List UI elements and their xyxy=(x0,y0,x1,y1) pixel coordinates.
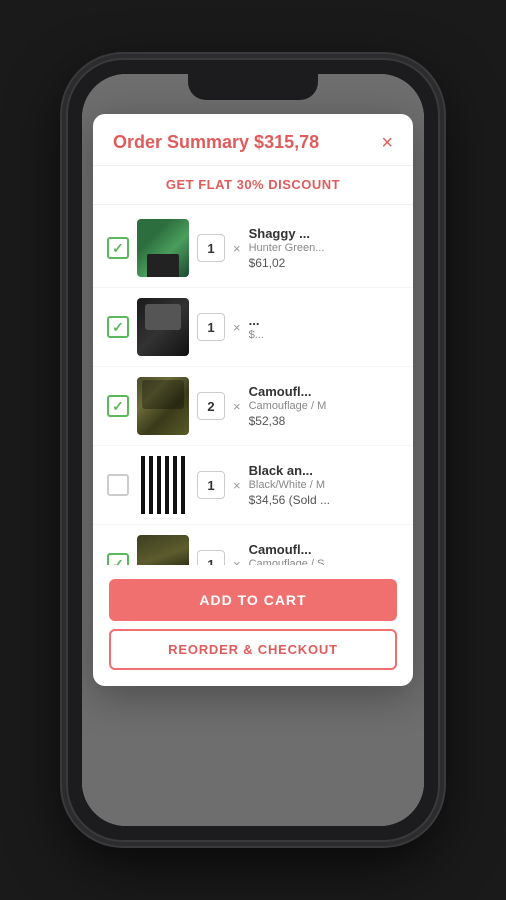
order-item-5: ✓ 1 × Camoufl...Camouflage / S$52,38 xyxy=(93,525,413,565)
item-quantity-5[interactable]: 1 xyxy=(197,550,225,565)
checkmark-icon: ✓ xyxy=(112,398,124,415)
item-image-5 xyxy=(137,535,189,565)
item-checkbox-5[interactable]: ✓ xyxy=(107,553,129,565)
item-variant: $... xyxy=(249,329,399,341)
checkmark-icon: ✓ xyxy=(112,240,124,257)
item-variant: Camouflage / S xyxy=(249,558,399,565)
item-name: Camoufl... xyxy=(249,384,399,399)
item-checkbox-2[interactable]: ✓ xyxy=(107,316,129,338)
item-name: ... xyxy=(249,313,399,328)
item-details-2: ...$... xyxy=(249,313,399,341)
order-item-2: ✓1×...$... xyxy=(93,288,413,367)
multiply-icon: × xyxy=(233,557,241,566)
item-variant: Black/White / M xyxy=(249,479,399,491)
discount-banner: GET FLAT 30% DISCOUNT xyxy=(93,166,413,205)
multiply-icon: × xyxy=(233,241,241,256)
item-name: Shaggy ... xyxy=(249,226,399,241)
item-variant: Camouflage / M xyxy=(249,400,399,412)
order-item-3: ✓ 2 × Camoufl...Camouflage / M $52,38 xyxy=(93,367,413,446)
qty-number: 1 xyxy=(207,241,214,256)
item-details-1: Shaggy ...Hunter Green... $61,02 xyxy=(249,226,399,270)
item-details-3: Camoufl...Camouflage / M $52,38 xyxy=(249,384,399,428)
qty-number: 1 xyxy=(207,478,214,493)
item-quantity-3[interactable]: 2 xyxy=(197,392,225,420)
order-item-4: 1 × Black an...Black/White / M $34,56 (Sold… xyxy=(93,446,413,525)
checkmark-icon: ✓ xyxy=(112,319,124,336)
multiply-icon: × xyxy=(233,320,241,335)
order-summary-modal: Order Summary $315,78 × GET FLAT 30% DIS… xyxy=(93,114,413,686)
item-checkbox-1[interactable]: ✓ xyxy=(107,237,129,259)
item-quantity-2[interactable]: 1 xyxy=(197,313,225,341)
items-list: ✓ 1 × Shaggy ...Hunter Green... $61,02 ✓ 1 ×...… xyxy=(93,205,413,565)
modal-overlay: Order Summary $315,78 × GET FLAT 30% DIS… xyxy=(82,74,424,826)
reorder-checkout-button[interactable]: REORDER & CHECKOUT xyxy=(109,629,397,670)
item-image-4 xyxy=(137,456,189,514)
modal-title: Order Summary $315,78 xyxy=(113,132,319,153)
item-details-5: Camoufl...Camouflage / S$52,38 xyxy=(249,542,399,565)
notch xyxy=(188,74,318,100)
item-price: $61,02 xyxy=(249,256,399,270)
item-image-3 xyxy=(137,377,189,435)
order-item-1: ✓ 1 × Shaggy ...Hunter Green... $61,02 xyxy=(93,209,413,288)
item-price: $52,38 xyxy=(249,414,399,428)
item-details-4: Black an...Black/White / M $34,56 (Sold .… xyxy=(249,463,399,507)
qty-number: 1 xyxy=(207,320,214,335)
modal-buttons: ADD TO CART REORDER & CHECKOUT xyxy=(93,565,413,686)
close-button[interactable]: × xyxy=(381,133,393,153)
qty-number: 2 xyxy=(207,399,214,414)
item-name: Camoufl... xyxy=(249,542,399,557)
checkmark-icon: ✓ xyxy=(112,556,124,566)
item-quantity-4[interactable]: 1 xyxy=(197,471,225,499)
discount-text: GET FLAT 30% DISCOUNT xyxy=(166,177,340,192)
phone-frame: Payment Status Pending Fulfillment Statu… xyxy=(68,60,438,840)
phone-screen: Payment Status Pending Fulfillment Statu… xyxy=(82,74,424,826)
item-image-2 xyxy=(137,298,189,356)
multiply-icon: × xyxy=(233,399,241,414)
item-quantity-1[interactable]: 1 xyxy=(197,234,225,262)
add-to-cart-button[interactable]: ADD TO CART xyxy=(109,579,397,621)
item-name: Black an... xyxy=(249,463,399,478)
item-checkbox-3[interactable]: ✓ xyxy=(107,395,129,417)
item-image-1 xyxy=(137,219,189,277)
qty-number: 1 xyxy=(207,557,214,566)
item-variant: Hunter Green... xyxy=(249,242,399,254)
item-price: $34,56 (Sold ... xyxy=(249,493,399,507)
item-checkbox-4[interactable] xyxy=(107,474,129,496)
modal-header: Order Summary $315,78 × xyxy=(93,114,413,166)
multiply-icon: × xyxy=(233,478,241,493)
